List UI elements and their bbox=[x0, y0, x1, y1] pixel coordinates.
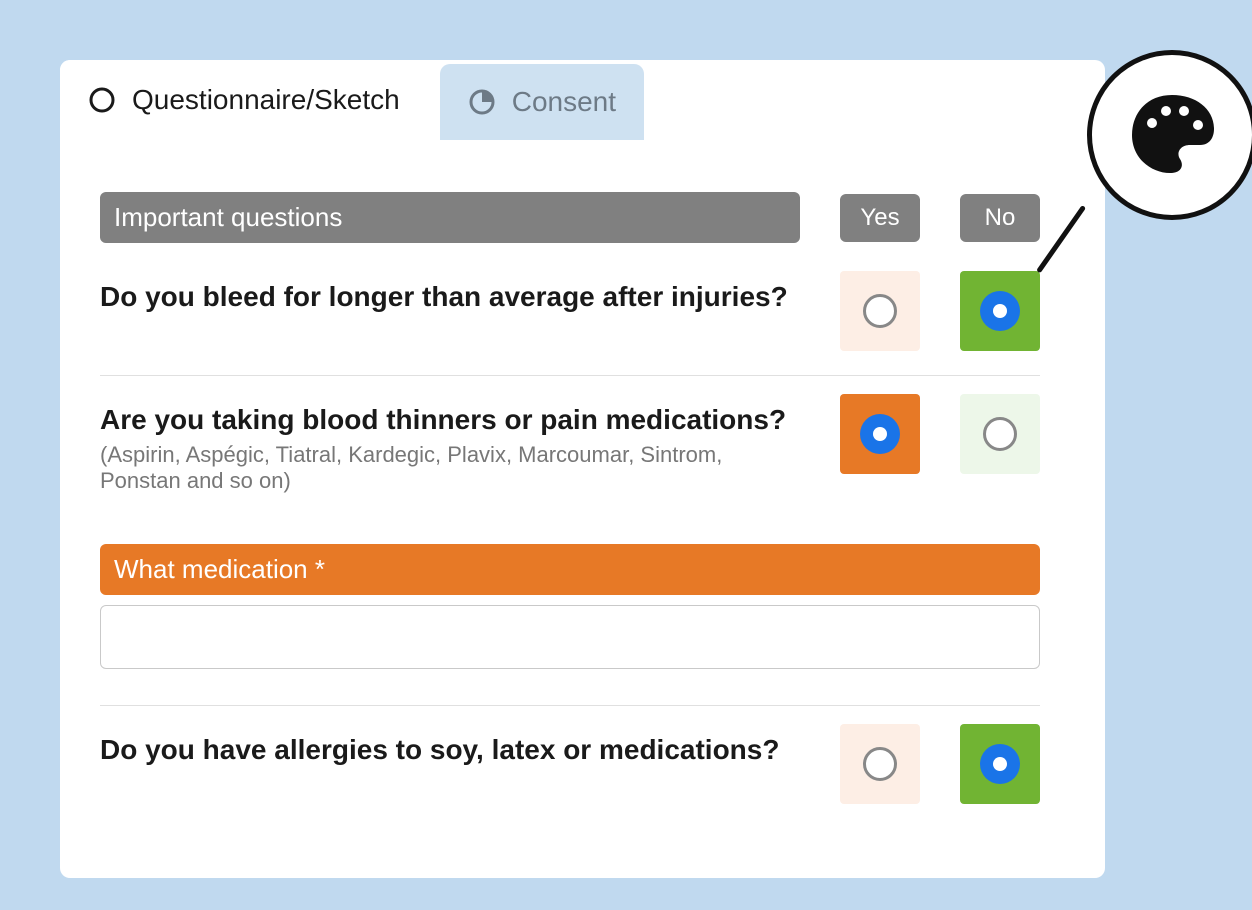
question-row: Do you bleed for longer than average aft… bbox=[100, 253, 1040, 376]
radio-unselected-icon bbox=[983, 417, 1017, 451]
tab-questionnaire[interactable]: Questionnaire/Sketch bbox=[60, 60, 428, 140]
question-text-block: Are you taking blood thinners or pain me… bbox=[100, 394, 800, 494]
tab-label: Questionnaire/Sketch bbox=[132, 84, 400, 116]
tab-label: Consent bbox=[512, 86, 616, 118]
question-text-block: Do you have allergies to soy, latex or m… bbox=[100, 724, 800, 766]
answer-cell-yes[interactable] bbox=[840, 394, 920, 474]
radio-selected-icon bbox=[860, 414, 900, 454]
question-text: Do you have allergies to soy, latex or m… bbox=[100, 734, 800, 766]
answer-cell-no[interactable] bbox=[960, 394, 1040, 474]
followup-label: What medication * bbox=[100, 544, 1040, 595]
question-row: Do you have allergies to soy, latex or m… bbox=[100, 706, 1040, 828]
section-header: Important questions bbox=[100, 192, 800, 243]
questionnaire-card: Questionnaire/Sketch Consent Important q… bbox=[60, 60, 1105, 878]
tab-consent[interactable]: Consent bbox=[440, 64, 644, 140]
question-text: Are you taking blood thinners or pain me… bbox=[100, 404, 800, 436]
followup-input[interactable] bbox=[100, 605, 1040, 669]
question-row: Are you taking blood thinners or pain me… bbox=[100, 376, 1040, 518]
question-text: Do you bleed for longer than average aft… bbox=[100, 281, 800, 313]
answer-cell-yes[interactable] bbox=[840, 724, 920, 804]
circle-outline-icon bbox=[88, 86, 116, 114]
header-row: Important questions Yes No bbox=[100, 192, 1040, 243]
column-header-no: No bbox=[960, 194, 1040, 242]
question-text-block: Do you bleed for longer than average aft… bbox=[100, 271, 800, 313]
tab-bar: Questionnaire/Sketch Consent bbox=[60, 60, 1105, 140]
question-subtext: (Aspirin, Aspégic, Tiatral, Kardegic, Pl… bbox=[100, 442, 780, 494]
answer-cell-yes[interactable] bbox=[840, 271, 920, 351]
answer-cell-no[interactable] bbox=[960, 271, 1040, 351]
questionnaire-body: Important questions Yes No Do you bleed … bbox=[60, 140, 1105, 878]
answer-cell-no[interactable] bbox=[960, 724, 1040, 804]
theme-palette-button[interactable] bbox=[1087, 50, 1252, 220]
radio-unselected-icon bbox=[863, 294, 897, 328]
pie-progress-icon bbox=[468, 88, 496, 116]
column-header-yes: Yes bbox=[840, 194, 920, 242]
radio-selected-icon bbox=[980, 744, 1020, 784]
palette-icon bbox=[1122, 83, 1222, 188]
radio-unselected-icon bbox=[863, 747, 897, 781]
radio-selected-icon bbox=[980, 291, 1020, 331]
